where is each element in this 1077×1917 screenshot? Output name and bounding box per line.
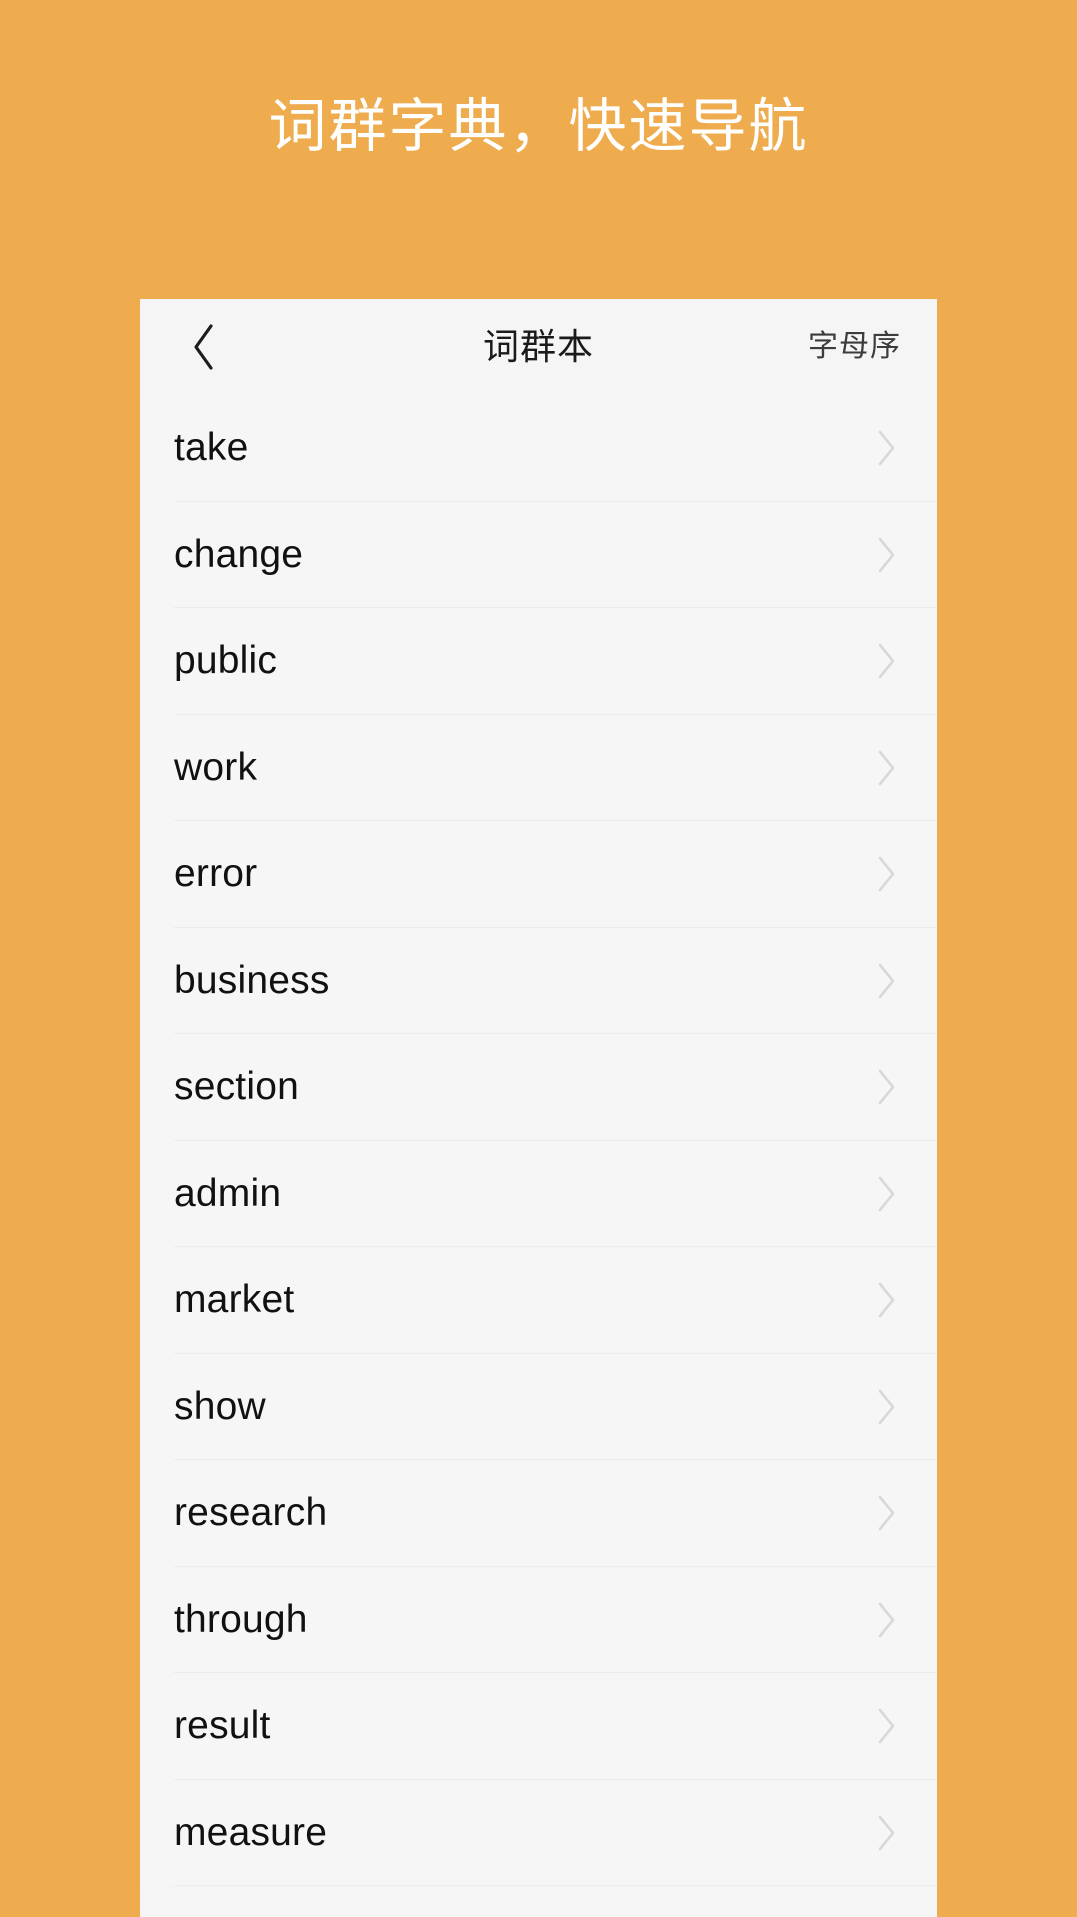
- word-label: show: [174, 1384, 266, 1428]
- list-item[interactable]: show: [140, 1353, 937, 1460]
- list-item[interactable]: business: [140, 927, 937, 1034]
- word-label: measure: [174, 1810, 328, 1854]
- chevron-right-icon: [873, 1278, 901, 1322]
- chevron-right-icon: [873, 1172, 901, 1216]
- chevron-right-icon: [873, 639, 901, 683]
- promo-headline: 词群字典，快速导航: [268, 94, 809, 159]
- list-item[interactable]: section: [140, 1034, 937, 1141]
- word-label: research: [174, 1491, 328, 1535]
- list-item[interactable]: result: [140, 1673, 937, 1780]
- list-item[interactable]: error: [140, 821, 937, 928]
- chevron-right-icon: [873, 1491, 901, 1535]
- list-item[interactable]: research: [140, 1460, 937, 1567]
- list-item[interactable]: take: [140, 395, 937, 502]
- navigation-bar: 词群本 字母序: [140, 299, 937, 395]
- chevron-right-icon: [873, 533, 901, 577]
- list-item[interactable]: measure: [140, 1779, 937, 1886]
- chevron-right-icon: [873, 1811, 901, 1855]
- sort-order-button[interactable]: 字母序: [808, 299, 901, 395]
- list-item[interactable]: through: [140, 1566, 937, 1673]
- chevron-right-icon: [873, 746, 901, 790]
- word-label: public: [174, 639, 278, 683]
- chevron-right-icon: [873, 959, 901, 1003]
- chevron-right-icon: [873, 1385, 901, 1429]
- chevron-right-icon: [873, 426, 901, 470]
- list-item[interactable]: change: [140, 501, 937, 608]
- chevron-right-icon: [873, 1065, 901, 1109]
- word-group-list: take change public work error business section…: [140, 395, 937, 1886]
- list-item[interactable]: admin: [140, 1140, 937, 1247]
- list-item[interactable]: public: [140, 608, 937, 715]
- chevron-right-icon: [873, 1598, 901, 1642]
- word-label: result: [174, 1704, 271, 1748]
- word-label: section: [174, 1065, 299, 1109]
- word-label: market: [174, 1278, 295, 1322]
- promo-screen: 词群字典，快速导航 词群本 字母序 take change public work er…: [0, 0, 1077, 1917]
- phone-screenshot-card: 词群本 字母序 take change public work error busines…: [140, 299, 937, 1917]
- word-label: error: [174, 852, 258, 896]
- word-label: through: [174, 1597, 308, 1641]
- word-label: work: [174, 745, 258, 789]
- word-label: change: [174, 532, 304, 576]
- word-label: take: [174, 426, 249, 470]
- chevron-right-icon: [873, 1704, 901, 1748]
- word-label: admin: [174, 1171, 282, 1215]
- list-item[interactable]: market: [140, 1247, 937, 1354]
- list-item[interactable]: work: [140, 714, 937, 821]
- word-label: business: [174, 958, 330, 1002]
- chevron-right-icon: [873, 852, 901, 896]
